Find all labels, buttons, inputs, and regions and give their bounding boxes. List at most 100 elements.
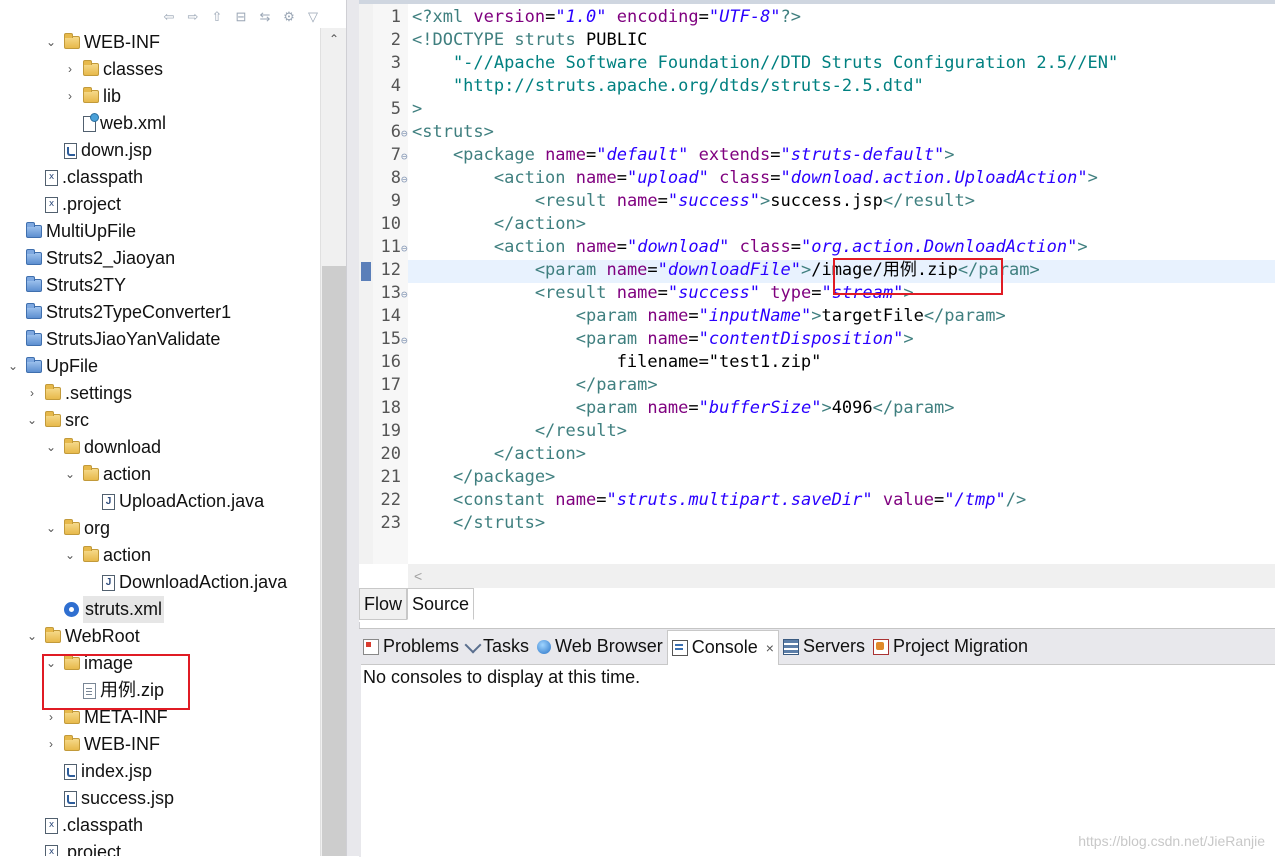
code-token: name bbox=[616, 283, 658, 303]
tree-item[interactable]: ›index.jsp bbox=[44, 758, 152, 785]
tree-item[interactable]: ›success.jsp bbox=[44, 785, 174, 812]
code-line[interactable]: 2 <!DOCTYPE struts PUBLIC bbox=[373, 29, 648, 52]
code-line[interactable]: 23 </struts> bbox=[373, 512, 546, 535]
tab-console[interactable]: Console × bbox=[666, 629, 779, 665]
link-editor-icon[interactable]: ⇆ bbox=[256, 9, 274, 25]
sash-divider[interactable] bbox=[346, 0, 360, 856]
chevron-down-icon[interactable]: ⌄ bbox=[44, 434, 58, 461]
code-line[interactable]: 11⊖ <action name="download" class="org.a… bbox=[373, 236, 1088, 259]
chevron-down-icon[interactable]: ⌄ bbox=[25, 623, 39, 650]
code-line[interactable]: 6⊖ <struts> bbox=[373, 121, 494, 144]
code-token: </result> bbox=[882, 191, 975, 211]
tree-item-label: WebRoot bbox=[65, 626, 140, 646]
tree-item[interactable]: ⌄ WebRoot bbox=[25, 623, 140, 650]
tree-item[interactable]: ⌄ download bbox=[44, 434, 161, 461]
code-line[interactable]: 22 <constant name="struts.multipart.save… bbox=[373, 489, 1027, 512]
fold-toggle-icon[interactable]: ⊖ bbox=[401, 145, 409, 168]
code-line[interactable]: 21 </package> bbox=[373, 466, 556, 489]
chevron-down-icon[interactable]: ⌄ bbox=[63, 542, 77, 569]
tree-item[interactable]: ›Struts2TypeConverter1 bbox=[6, 299, 231, 326]
chevron-right-icon[interactable]: › bbox=[25, 380, 39, 407]
code-line[interactable]: 10 </action> bbox=[373, 213, 586, 236]
fold-toggle-icon[interactable]: ⊖ bbox=[401, 168, 409, 191]
tree-item[interactable]: ›struts.xml bbox=[44, 596, 165, 623]
scrollbar-thumb[interactable] bbox=[322, 266, 346, 856]
tab-source[interactable]: Source bbox=[407, 588, 475, 620]
tab-web-browser[interactable]: Web Browser bbox=[533, 630, 667, 663]
code-line[interactable]: 16 filename="test1.zip" bbox=[373, 351, 822, 374]
chevron-right-icon[interactable]: › bbox=[44, 731, 58, 758]
code-line[interactable]: 9 <result name="success">success.jsp</re… bbox=[373, 190, 975, 213]
line-number: 13 bbox=[380, 283, 401, 303]
chevron-right-icon[interactable]: › bbox=[63, 83, 77, 110]
chevron-down-icon[interactable]: ⌄ bbox=[44, 29, 58, 56]
code-line[interactable]: 20 </action> bbox=[373, 443, 586, 466]
tree-item[interactable]: ›Struts2TY bbox=[6, 272, 126, 299]
back-icon[interactable]: ⇦ bbox=[160, 9, 178, 25]
code-line[interactable]: 19 </result> bbox=[373, 420, 627, 443]
tree-item[interactable]: ›JDownloadAction.java bbox=[82, 569, 287, 596]
code-token: </struts> bbox=[412, 513, 546, 533]
tree-item[interactable]: ›JUploadAction.java bbox=[82, 488, 264, 515]
code-token: <action bbox=[412, 168, 576, 188]
tree-item[interactable]: › WEB-INF bbox=[44, 731, 160, 758]
line-number: 18 bbox=[380, 398, 401, 418]
tab-problems[interactable]: Problems bbox=[359, 630, 463, 663]
tab-servers[interactable]: Servers bbox=[779, 630, 869, 663]
filters-icon[interactable]: ⚙ bbox=[280, 9, 298, 25]
tree-item[interactable]: › .settings bbox=[25, 380, 132, 407]
tree-item[interactable]: ›StrutsJiaoYanValidate bbox=[6, 326, 220, 353]
code-line[interactable]: 5 > bbox=[373, 98, 423, 121]
chevron-down-icon[interactable]: ⌄ bbox=[63, 461, 77, 488]
code-line[interactable]: 7⊖ <package name="default" extends="stru… bbox=[373, 144, 955, 167]
view-menu-icon[interactable]: ▽ bbox=[304, 9, 322, 25]
tree-item[interactable]: ⌄ action bbox=[63, 542, 151, 569]
fold-toggle-icon[interactable]: ⊖ bbox=[401, 122, 409, 145]
chevron-down-icon[interactable]: ⌄ bbox=[44, 515, 58, 542]
code-line[interactable]: 4 "http://struts.apache.org/dtds/struts-… bbox=[373, 75, 924, 98]
code-line[interactable]: 8⊖ <action name="upload" class="download… bbox=[373, 167, 1098, 190]
code-line[interactable]: 1 <?xml version="1.0" encoding="UTF-8"?> bbox=[373, 6, 801, 29]
tree-item[interactable]: ⌄ src bbox=[25, 407, 89, 434]
up-icon[interactable]: ⇧ bbox=[208, 9, 226, 25]
tree-item[interactable]: ⌄ WEB-INF bbox=[44, 29, 160, 56]
tree-item[interactable]: › classes bbox=[63, 56, 163, 83]
tree-item[interactable]: ›x.classpath bbox=[25, 812, 143, 839]
tab-project-migration[interactable]: Project Migration bbox=[869, 630, 1032, 663]
tab-tasks[interactable]: Tasks bbox=[463, 630, 533, 663]
tree-item[interactable]: ›x.classpath bbox=[25, 164, 143, 191]
tree-item[interactable]: › lib bbox=[63, 83, 121, 110]
chevron-right-icon[interactable]: › bbox=[63, 56, 77, 83]
code-line[interactable]: 17 </param> bbox=[373, 374, 658, 397]
scroll-up-icon[interactable]: ⌃ bbox=[321, 32, 346, 46]
code-token: <action bbox=[412, 237, 576, 257]
tree-item[interactable]: ›down.jsp bbox=[44, 137, 152, 164]
tab-flow[interactable]: Flow bbox=[359, 588, 408, 620]
code-text: <!DOCTYPE struts PUBLIC bbox=[409, 29, 647, 52]
chevron-down-icon[interactable]: ⌄ bbox=[25, 407, 39, 434]
scroll-left-icon[interactable]: < bbox=[414, 568, 422, 584]
tree-item[interactable]: ›Struts2_Jiaoyan bbox=[6, 245, 175, 272]
code-line[interactable]: 14 <param name="inputName">targetFile</p… bbox=[373, 305, 1006, 328]
fold-toggle-icon[interactable]: ⊖ bbox=[401, 237, 409, 260]
horizontal-scrollbar[interactable]: < bbox=[408, 564, 1275, 588]
line-number: 23 bbox=[380, 513, 401, 533]
tree-item[interactable]: ›x.project bbox=[25, 191, 121, 218]
forward-icon[interactable]: ⇨ bbox=[184, 9, 202, 25]
tree-item[interactable]: ⌄ UpFile bbox=[6, 353, 98, 380]
folder-open-icon bbox=[45, 627, 61, 643]
tree-item[interactable]: ›web.xml bbox=[63, 110, 166, 137]
fold-toggle-icon[interactable]: ⊖ bbox=[401, 283, 409, 306]
tree-item[interactable]: ⌄ action bbox=[63, 461, 151, 488]
chevron-down-icon[interactable]: ⌄ bbox=[6, 353, 20, 380]
tree-item[interactable]: ⌄ org bbox=[44, 515, 110, 542]
tree-item[interactable]: ›MultiUpFile bbox=[6, 218, 136, 245]
fold-toggle-icon[interactable]: ⊖ bbox=[401, 329, 409, 352]
code-line[interactable]: 15⊖ <param name="contentDisposition"> bbox=[373, 328, 914, 351]
tree-item[interactable]: ›x.project bbox=[25, 839, 121, 856]
code-line[interactable]: 18 <param name="bufferSize">4096</param> bbox=[373, 397, 955, 420]
close-icon[interactable]: × bbox=[766, 640, 774, 656]
collapse-all-icon[interactable]: ⊟ bbox=[232, 9, 250, 25]
code-line[interactable]: 3 "-//Apache Software Foundation//DTD St… bbox=[373, 52, 1118, 75]
explorer-scrollbar[interactable]: ⌃ bbox=[320, 28, 346, 856]
